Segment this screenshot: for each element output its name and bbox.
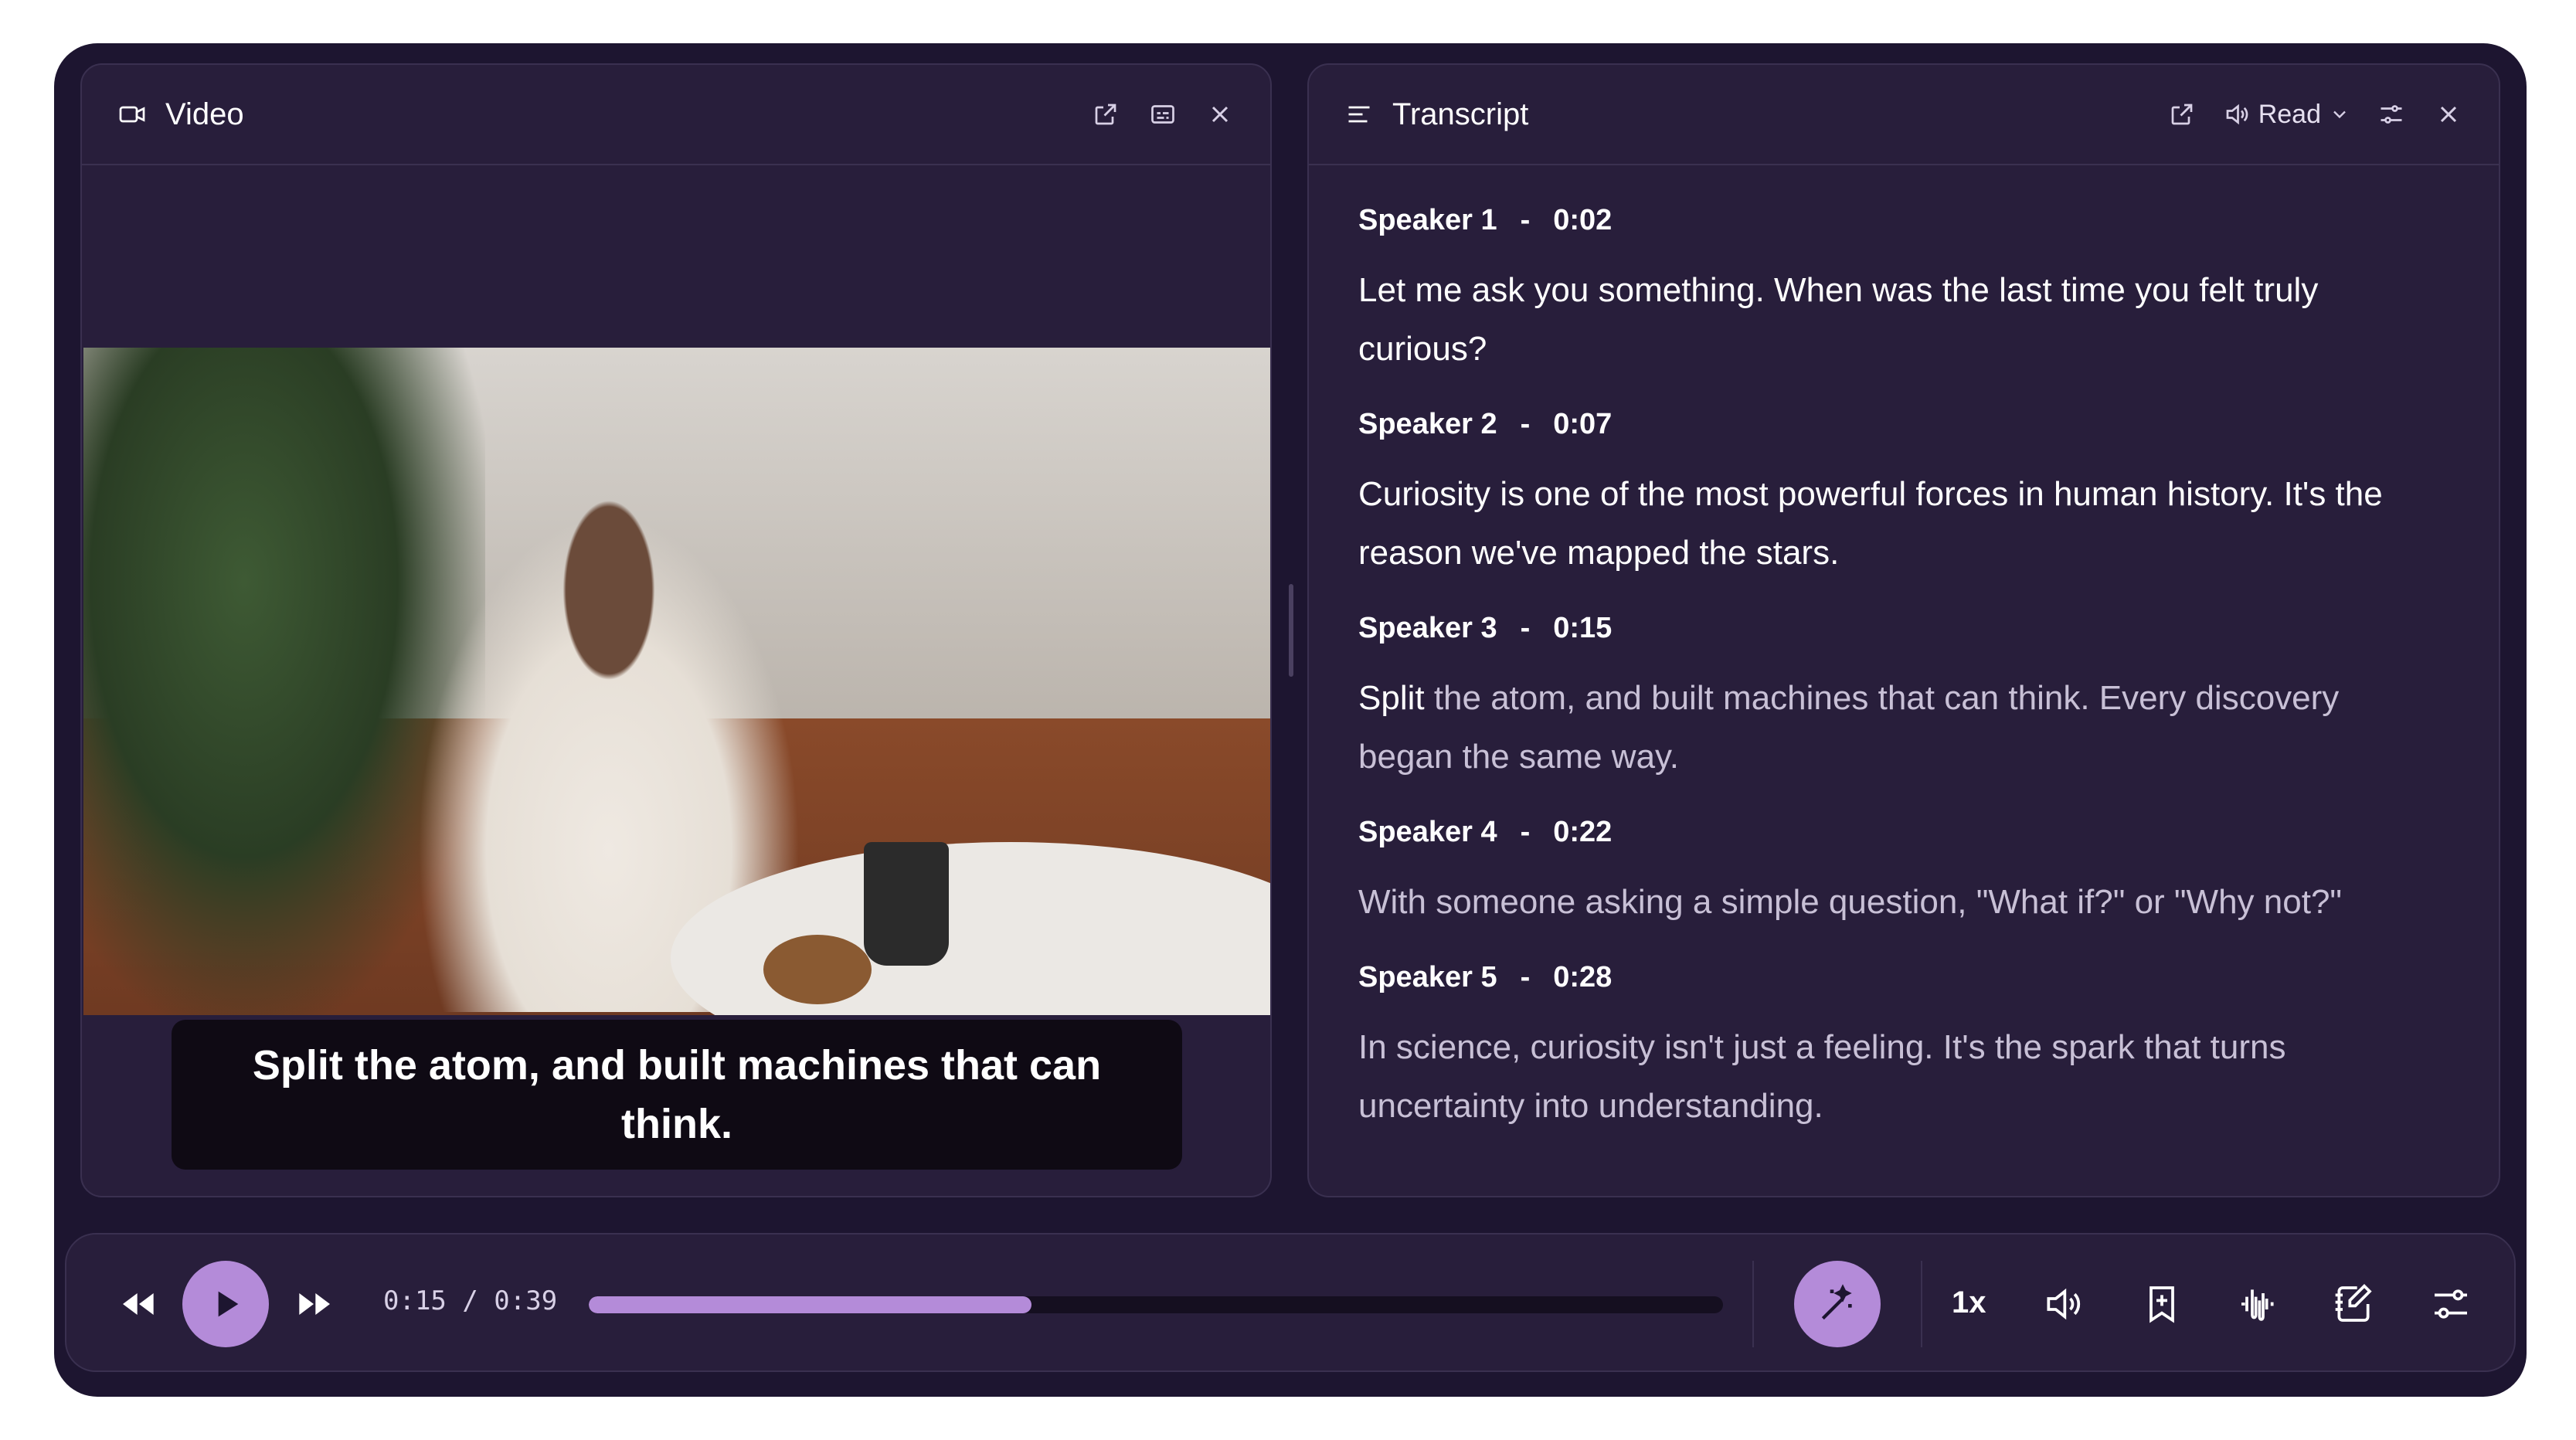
transcript-text: With someone asking a simple question, "… [1358,883,2343,921]
timestamp[interactable]: 0:07 [1553,408,1612,445]
video-panel-title: Video [165,97,244,131]
progress-fill [589,1296,1031,1313]
media-player-app: Video Split the atom, and built machines… [54,43,2527,1397]
notes-button[interactable] [2326,1276,2381,1332]
rewind-icon [123,1293,154,1315]
timestamp[interactable]: 0:15 [1553,612,1612,649]
transcript-list: Speaker 1 - 0:02 Let me ask you somethin… [1358,204,2437,1165]
fast-forward-icon [299,1293,330,1315]
settings-sliders-icon [2435,1289,2467,1319]
playback-speed-button[interactable]: 1x [1952,1285,1986,1320]
divider [1752,1261,1754,1347]
transcript-entry-current[interactable]: Speaker 3 - 0:15 Split the atom, and bui… [1358,612,2437,786]
player-control-bar: 0:15 / 0:39 1x [65,1233,2516,1372]
add-bookmark-button[interactable] [2134,1276,2190,1332]
open-external-icon[interactable] [2166,98,2198,131]
transcript-entry[interactable]: Speaker 5 - 0:28 In science, curiosity i… [1358,961,2437,1136]
remaining-text: the atom, and built machines that can th… [1358,679,2340,776]
speaker-name: Speaker 2 [1358,408,1497,440]
bookmark-add-icon [2149,1286,2174,1323]
separator: - [1520,816,1531,848]
read-aloud-button[interactable]: Read [2223,100,2350,130]
timestamp[interactable]: 0:22 [1553,816,1612,853]
rewind-button[interactable] [116,1281,162,1327]
transcript-panel-header: Transcript Read [1309,65,2499,165]
transcript-text: Curiosity is one of the most powerful fo… [1358,475,2383,572]
settings-button[interactable] [2423,1276,2479,1332]
magic-wand-icon [1821,1284,1852,1320]
ai-enhance-button[interactable] [1794,1261,1881,1347]
close-icon[interactable] [1204,98,1236,131]
video-frame[interactable] [83,348,1270,1015]
video-caption: Split the atom, and built machines that … [172,1020,1182,1170]
menu-lines-icon [1343,98,1375,131]
transcript-entry[interactable]: Speaker 4 - 0:22 With someone asking a s… [1358,816,2437,932]
speaker-name: Speaker 1 [1358,204,1497,236]
video-panel-header: Video [82,65,1270,165]
speaker-name: Speaker 4 [1358,816,1497,848]
transcript-entry[interactable]: Speaker 1 - 0:02 Let me ask you somethin… [1358,204,2437,379]
timestamp[interactable]: 0:28 [1553,961,1612,998]
play-icon [218,1291,239,1317]
speaker-icon [2226,104,2248,125]
video-panel: Video Split the atom, and built machines… [80,63,1272,1197]
volume-icon [2047,1288,2081,1320]
transcript-entry[interactable]: Speaker 2 - 0:07 Curiosity is one of the… [1358,408,2437,582]
close-icon[interactable] [2432,98,2465,131]
notes-edit-icon [2335,1284,2372,1322]
captions-icon[interactable] [1147,98,1179,131]
sliders-icon[interactable] [2375,98,2408,131]
separator: - [1520,612,1531,644]
current-word: Split [1358,679,1425,717]
transcript-text: Split the atom, and built machines that … [1358,669,2437,786]
separator: - [1520,961,1531,993]
speaker-name: Speaker 3 [1358,612,1497,644]
play-button[interactable] [182,1261,269,1347]
chevron-down-icon [2333,110,2346,119]
volume-button[interactable] [2035,1276,2091,1332]
transcript-text: In science, curiosity isn't just a feeli… [1358,1028,2286,1125]
read-label: Read [2258,99,2321,129]
divider [1921,1261,1922,1347]
transcript-panel-title: Transcript [1392,97,1529,131]
progress-bar[interactable] [589,1296,1723,1313]
transcript-panel: Transcript Read Speaker 1 - 0:02 Let me … [1307,63,2500,1197]
speaker-name: Speaker 5 [1358,961,1497,993]
open-external-icon[interactable] [1089,98,1122,131]
timestamp[interactable]: 0:02 [1553,204,1612,241]
panel-resize-handle[interactable] [1289,584,1293,677]
video-camera-icon [116,98,148,131]
separator: - [1520,204,1531,236]
transcript-text: Let me ask you something. When was the l… [1358,271,2319,368]
fast-forward-button[interactable] [291,1281,337,1327]
separator: - [1520,408,1531,440]
waveform-icon [2241,1289,2274,1321]
waveform-button[interactable] [2230,1276,2285,1332]
time-display: 0:15 / 0:39 [383,1285,558,1316]
